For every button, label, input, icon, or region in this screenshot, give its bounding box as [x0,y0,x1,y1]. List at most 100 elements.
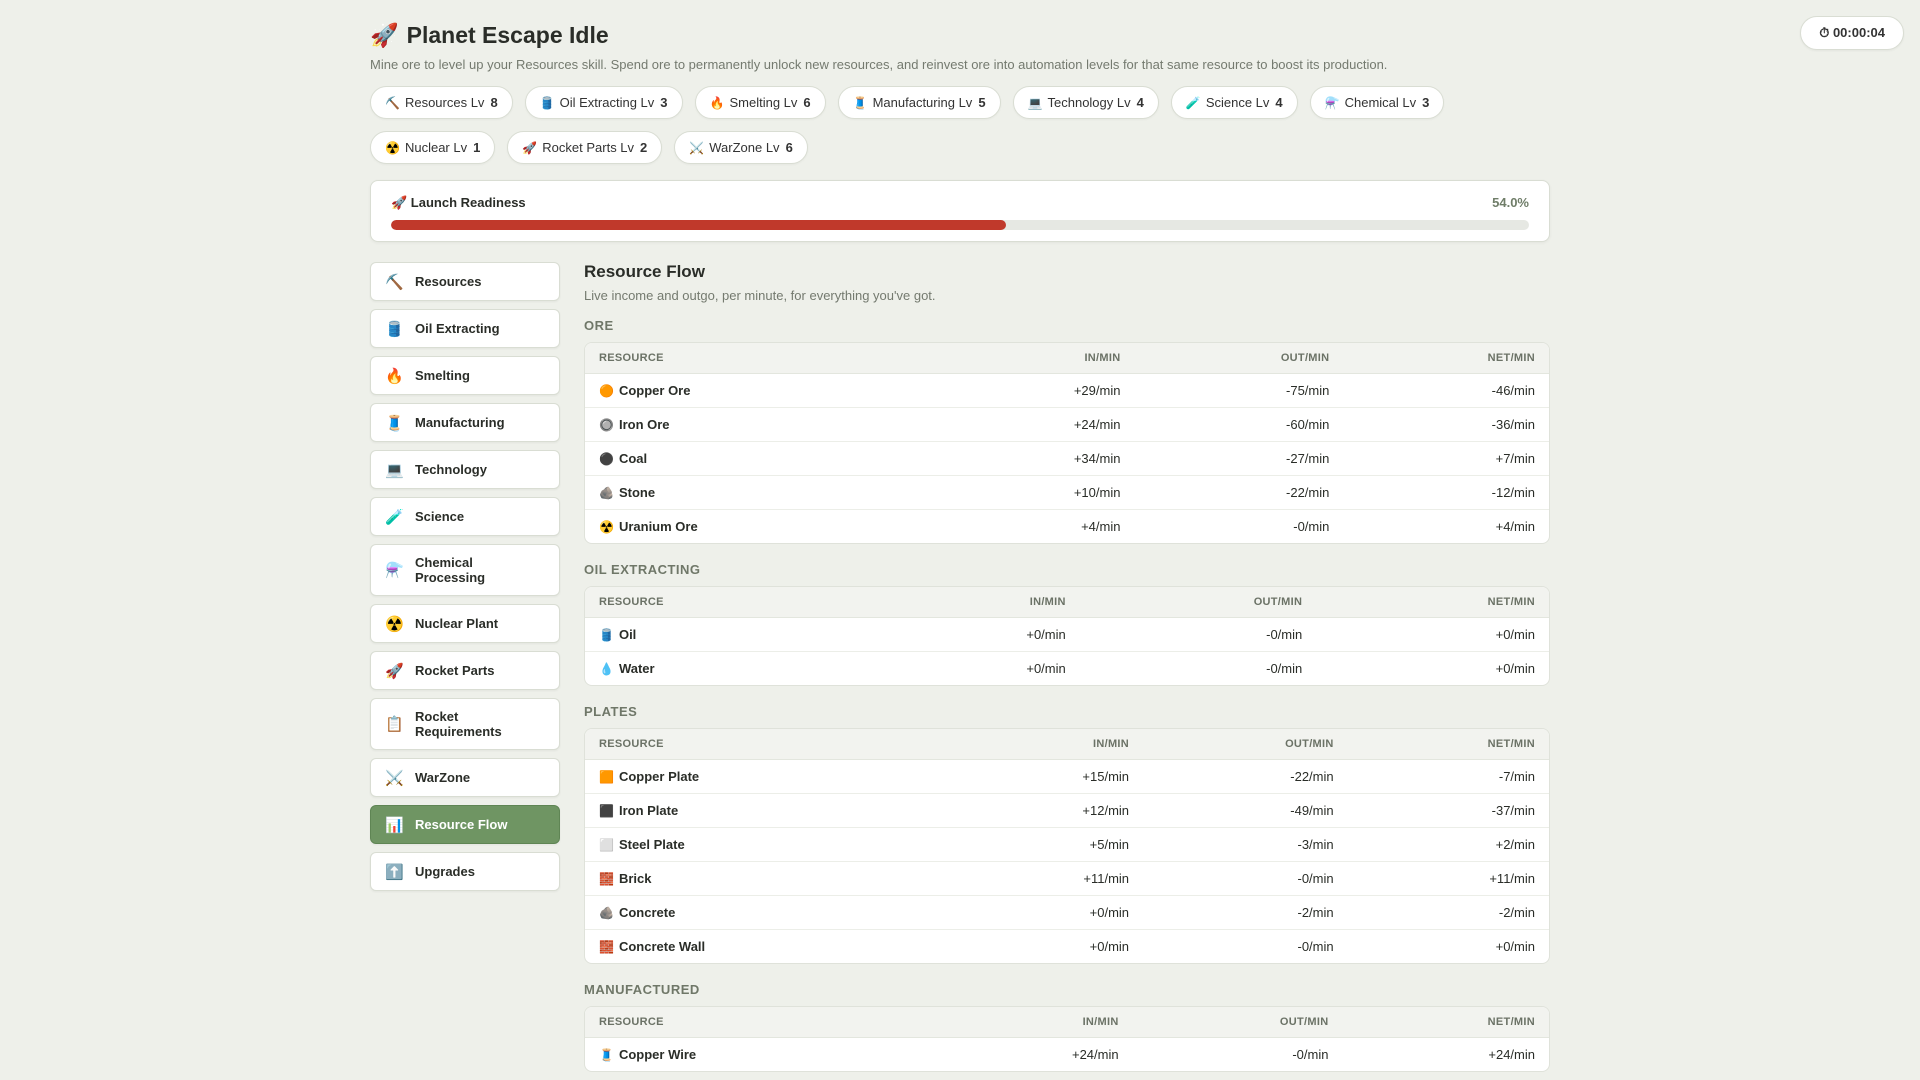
resource-name: Brick [618,870,652,886]
table-row: 🧱 Concrete Wall +0/min -0/min +0/min [585,929,1549,963]
skill-chip-label: Rocket Parts Lv [542,140,635,155]
sidebar-item-rocket-requirements[interactable]: 📋 Rocket Requirements [370,698,560,750]
nuclear-plant-icon: ☢️ [385,615,404,633]
column-header-in-min: IN/MIN [943,729,1144,760]
flow-table-manufactured: RESOURCE IN/MIN OUT/MIN NET/MIN 🧵 Copper Wire… [584,1006,1550,1072]
sidebar-item-smelting[interactable]: 🔥 Smelting [370,356,560,395]
table-row: 🟠 Copper Ore +29/min -75/min -46/min [585,373,1549,408]
rocket-parts-icon: 🚀 [385,662,404,680]
sidebar-item-nuclear-plant[interactable]: ☢️ Nuclear Plant [370,604,560,643]
net-per-min: -46/min [1343,373,1549,408]
net-per-min: -7/min [1347,759,1549,794]
sidebar-item-label: Technology [415,462,487,477]
skill-chip-oil-extracting[interactable]: 🛢️ Oil Extracting Lv 3 [524,86,683,119]
resource-cell: 🧱 Brick [585,861,944,896]
panel-description: Live income and outgo, per minute, for e… [584,288,936,303]
smelting-icon: 🔥 [709,95,725,110]
technology-icon: 💻 [385,461,404,479]
sidebar-item-upgrades[interactable]: ⬆️ Upgrades [370,852,560,891]
in-per-min: +10/min [930,475,1135,510]
sidebar-item-warzone[interactable]: ⚔️ WarZone [370,758,560,797]
out-per-min: -0/min [1293,518,1330,534]
sidebar-item-resource-flow[interactable]: 📊 Resource Flow [370,805,560,844]
launch-readiness-percent: 54.0% [1492,195,1529,210]
warzone-icon: ⚔️ [385,769,404,787]
skill-chip-resources[interactable]: ⛏️ Resources Lv 8 [370,86,513,119]
iron-plate-icon: ⬛ [599,803,614,818]
net-per-min: -36/min [1343,407,1549,442]
table-row: 🛢️ Oil +0/min -0/min +0/min [585,617,1549,652]
app-subtitle: Mine ore to level up your Resources skil… [370,57,1388,72]
net-per-min: +11/min [1347,861,1549,896]
launch-readiness-panel: 🚀 Launch Readiness 54.0% [370,180,1550,242]
elapsed-timer: ⏱ 00:00:04 [1800,16,1904,50]
resource-name: Copper Wire [618,1046,697,1062]
oil-icon: 🛢️ [599,627,614,642]
net-per-min: +24/min [1488,1046,1535,1062]
sidebar-item-science[interactable]: 🧪 Science [370,497,560,536]
resource-name: Copper Ore [618,382,691,398]
net-per-min: -37/min [1347,793,1549,828]
skill-chip-smelting[interactable]: 🔥 Smelting Lv 6 [694,86,826,119]
manufacturing-icon: 🧵 [852,95,868,110]
sidebar-item-label: Oil Extracting [415,321,500,336]
sidebar-item-label: WarZone [415,770,471,785]
skill-chip-level: 8 [490,95,498,110]
skill-chip-label: Science Lv [1205,95,1270,110]
skill-chip-level: 3 [660,95,668,110]
water-icon: 💧 [599,661,614,676]
out-per-min: -60/min [1134,407,1344,442]
resource-cell: 💧 Water [585,651,872,685]
sidebar-item-rocket-parts[interactable]: 🚀 Rocket Parts [370,651,560,690]
column-header-in-min: IN/MIN [928,1007,1133,1038]
resources-icon: ⛏️ [385,273,404,291]
coal-icon: ⚫ [599,451,614,466]
out-per-min: -0/min [1143,861,1348,896]
skill-chip-manufacturing[interactable]: 🧵 Manufacturing Lv 5 [837,86,1001,119]
skill-chip-rocket-parts[interactable]: 🚀 Rocket Parts Lv 2 [507,131,663,164]
sidebar-item-chemical-processing[interactable]: ⚗️ Chemical Processing [370,544,560,596]
sidebar-item-label: Chemical Processing [415,555,486,585]
resource-cell: 🛢️ Oil [585,617,872,652]
science-icon: 🧪 [385,508,404,526]
skill-chip-level: 2 [640,140,648,155]
skill-chip-label: Resources Lv [404,95,485,110]
out-per-min: -75/min [1134,373,1344,408]
sidebar-item-technology[interactable]: 💻 Technology [370,450,560,489]
skill-chip-nuclear[interactable]: ☢️ Nuclear Lv 1 [370,131,496,164]
chemical-icon: ⚗️ [1324,95,1340,110]
sidebar-item-resources[interactable]: ⛏️ Resources [370,262,560,301]
column-header-resource: RESOURCE [585,343,931,374]
upgrades-icon: ⬆️ [385,863,404,881]
out-per-min: -3/min [1143,827,1348,862]
in-per-min: +0/min [1089,938,1130,954]
skill-chip-label: Chemical Lv [1344,95,1417,110]
chemical-processing-icon: ⚗️ [385,562,404,579]
skill-chip-chemical[interactable]: ⚗️ Chemical Lv 3 [1309,86,1445,119]
sidebar-item-label: Resource Flow [415,817,508,832]
resource-name: Copper Plate [618,768,700,784]
skill-chip-warzone[interactable]: ⚔️ WarZone Lv 6 [674,131,808,164]
skill-chip-label: Oil Extracting Lv [559,95,655,110]
skill-chip-technology[interactable]: 💻 Technology Lv 4 [1012,86,1159,119]
table-row: 💧 Water +0/min -0/min +0/min [585,651,1549,685]
sidebar-item-oil-extracting[interactable]: 🛢️ Oil Extracting [370,309,560,348]
table-row: 🔘 Iron Ore +24/min -60/min -36/min [585,407,1549,442]
out-per-min: -22/min [1143,759,1348,794]
net-per-min: +4/min [1495,518,1535,534]
skill-chip-label: Nuclear Lv [404,140,468,155]
sidebar-item-manufacturing[interactable]: 🧵 Manufacturing [370,403,560,442]
column-header-resource: RESOURCE [585,1007,929,1038]
table-row: 🧱 Brick +11/min -0/min +11/min [585,861,1549,896]
in-per-min: +34/min [930,441,1135,476]
rocket-icon: 🚀 [370,22,399,48]
launch-readiness-bar-fill [391,220,1006,230]
resource-name: Oil [618,626,637,642]
concrete-wall-icon: 🧱 [599,939,614,954]
column-header-out-min: OUT/MIN [1134,343,1344,374]
net-per-min: +0/min [1495,938,1535,954]
resource-flow-icon: 📊 [385,816,404,834]
in-per-min: +0/min [871,617,1080,652]
skill-chip-science[interactable]: 🧪 Science Lv 4 [1170,86,1298,119]
section-heading-oil-extracting: OIL EXTRACTING [584,562,701,577]
